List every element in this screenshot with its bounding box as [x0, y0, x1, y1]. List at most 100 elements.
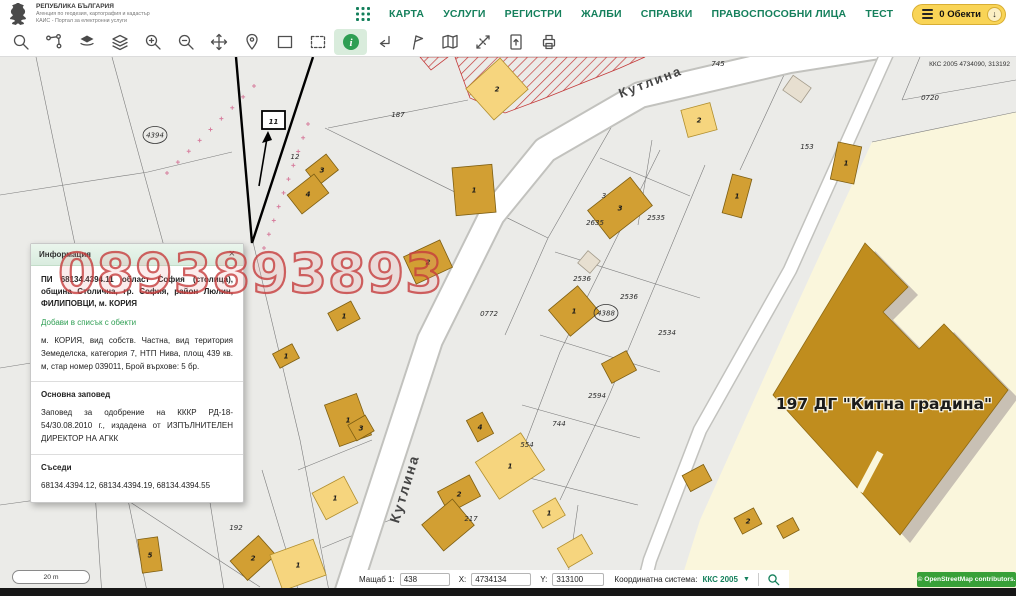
zoom-in-tool-button[interactable] — [136, 29, 169, 55]
map-tool-button[interactable] — [433, 29, 466, 55]
building-number: 1 — [547, 509, 552, 517]
corner-arrow-icon — [374, 32, 394, 52]
objects-button[interactable]: 0 Обекти ↓ — [912, 4, 1006, 25]
search-icon — [11, 32, 31, 52]
location-tool-button[interactable] — [235, 29, 268, 55]
nav-registri[interactable]: РЕГИСТРИ — [505, 8, 562, 20]
base-layers-icon — [77, 32, 97, 52]
coat-of-arms-icon — [8, 2, 30, 26]
coordinates-search-button[interactable] — [767, 573, 780, 586]
app-header: РЕПУБЛИКА БЪЛГАРИЯ Агенция по геодезия, … — [0, 0, 1016, 28]
neighbors-list: 68134.4394.12, 68134.4394.19, 68134.4394… — [41, 480, 233, 493]
building-number: 3 — [320, 166, 325, 174]
svg-text:4388: 4388 — [597, 309, 615, 317]
base-layers-tool-button[interactable] — [70, 29, 103, 55]
parcel-number: 2594 — [588, 392, 606, 400]
building-number: 2 — [251, 554, 256, 562]
parcel-description: м. КОРИЯ, вид собств. Частна, вид терито… — [41, 335, 233, 373]
building-number: 1 — [342, 312, 347, 320]
info-panel-header[interactable]: Информация × — [31, 244, 243, 266]
print-icon — [539, 32, 559, 52]
map-icon — [440, 32, 460, 52]
network-icon — [44, 32, 64, 52]
x-coordinate-input[interactable] — [471, 573, 531, 586]
parcel-number: 745 — [711, 60, 725, 68]
download-arrow-icon[interactable]: ↓ — [987, 7, 1002, 22]
x-label: X: — [459, 575, 467, 584]
select-rect-icon — [275, 32, 295, 52]
y-label: Y: — [540, 575, 547, 584]
parcel-number: 744 — [552, 420, 565, 428]
selected-parcel-marker-label: 11 — [269, 118, 279, 126]
building-number: 2 — [495, 85, 500, 93]
layers-tool-button[interactable] — [103, 29, 136, 55]
apps-grid-icon[interactable] — [356, 7, 370, 21]
agency-logo[interactable]: РЕПУБЛИКА БЪЛГАРИЯ Агенция по геодезия, … — [8, 2, 150, 26]
pan-tool-button[interactable] — [202, 29, 235, 55]
info-icon: i — [341, 32, 361, 52]
building-number: 1 — [844, 159, 849, 167]
main-nav: КАРТА УСЛУГИ РЕГИСТРИ ЖАЛБИ СПРАВКИ ПРАВ… — [356, 4, 1006, 25]
building-number: 1 — [472, 186, 477, 194]
kindergarten-label: 197 ДГ "Китна градина" — [776, 395, 992, 413]
zoom-out-icon — [176, 32, 196, 52]
select-rect-tool-button[interactable] — [268, 29, 301, 55]
nav-karta[interactable]: КАРТА — [389, 8, 424, 20]
info-panel-title: Информация — [39, 250, 91, 259]
select-rect-dashed-tool-button[interactable] — [301, 29, 334, 55]
objects-count-label: 0 Обекти — [939, 9, 981, 20]
info-tool-button[interactable]: i — [334, 29, 367, 55]
scale-input[interactable] — [400, 573, 450, 586]
order-section-title: Основна заповед — [41, 390, 233, 399]
search-tool-button[interactable] — [4, 29, 37, 55]
flag-tool-button[interactable] — [400, 29, 433, 55]
search-icon — [767, 573, 780, 586]
nav-spravki[interactable]: СПРАВКИ — [641, 8, 693, 20]
parcel-number: 192 — [229, 524, 243, 532]
close-icon[interactable]: × — [229, 249, 235, 260]
parcel-number: 0720 — [921, 94, 939, 102]
print-tool-button[interactable] — [532, 29, 565, 55]
export-doc-tool-button[interactable] — [499, 29, 532, 55]
add-to-objects-link[interactable]: Добави в списък с обекти — [41, 318, 233, 327]
republic-title: РЕПУБЛИКА БЪЛГАРИЯ — [36, 3, 150, 11]
parcel-identifier: ПИ 68134.4394.11 област София (столица),… — [41, 274, 233, 310]
crs-selector[interactable]: ККС 2005 — [702, 575, 737, 584]
scale-bar: 20 m — [12, 570, 90, 584]
building-number: 1 — [735, 192, 740, 200]
menu-icon — [922, 9, 933, 19]
corner-arrow-tool-button[interactable] — [367, 29, 400, 55]
building-number: 4 — [306, 190, 311, 198]
building-number: 4 — [478, 423, 483, 431]
y-coordinate-input[interactable] — [552, 573, 604, 586]
measure-tool-button[interactable] — [466, 29, 499, 55]
parcel-number: 153 — [800, 143, 813, 151]
building-number: 2 — [457, 490, 462, 498]
nav-pravosposobni-litsa[interactable]: ПРАВОСПОСОБНИ ЛИЦА — [711, 8, 846, 20]
cursor-coordinates: ККС 2005 4734090, 313192 — [929, 61, 1010, 68]
order-text: Заповед за одобрение на КККР РД-18-54/30… — [41, 407, 233, 445]
parcel-number: 217 — [464, 515, 478, 523]
crs-label: Координатна система: — [614, 575, 697, 584]
zoom-out-tool-button[interactable] — [169, 29, 202, 55]
building-number: 2 — [697, 116, 702, 124]
network-tool-button[interactable] — [37, 29, 70, 55]
nav-zhalbi[interactable]: ЖАЛБИ — [581, 8, 622, 20]
building-number: 3 — [359, 424, 364, 432]
building-number: 2 — [426, 258, 431, 266]
parcel-number: 2536 — [620, 293, 638, 301]
flag-icon — [407, 32, 427, 52]
nav-test[interactable]: ТЕСТ — [865, 8, 893, 20]
building-number: 1 — [572, 307, 577, 315]
status-bar: Мащаб 1: X: Y: Координатна система: ККС … — [350, 570, 789, 589]
measure-arrows-icon — [473, 32, 493, 52]
parcel-number: 554 — [520, 441, 533, 449]
parcel-number: 2635 — [586, 219, 604, 227]
osm-attribution[interactable]: © OpenStreetMap contributors. — [917, 572, 1016, 587]
nav-uslugi[interactable]: УСЛУГИ — [443, 8, 485, 20]
building-number: 3 — [618, 204, 623, 212]
parcel-number: 12 — [291, 153, 300, 161]
chevron-down-icon[interactable]: ▼ — [743, 576, 750, 583]
building-number: 1 — [333, 494, 338, 502]
info-panel: Информация × ПИ 68134.4394.11 област Соф… — [30, 243, 244, 503]
